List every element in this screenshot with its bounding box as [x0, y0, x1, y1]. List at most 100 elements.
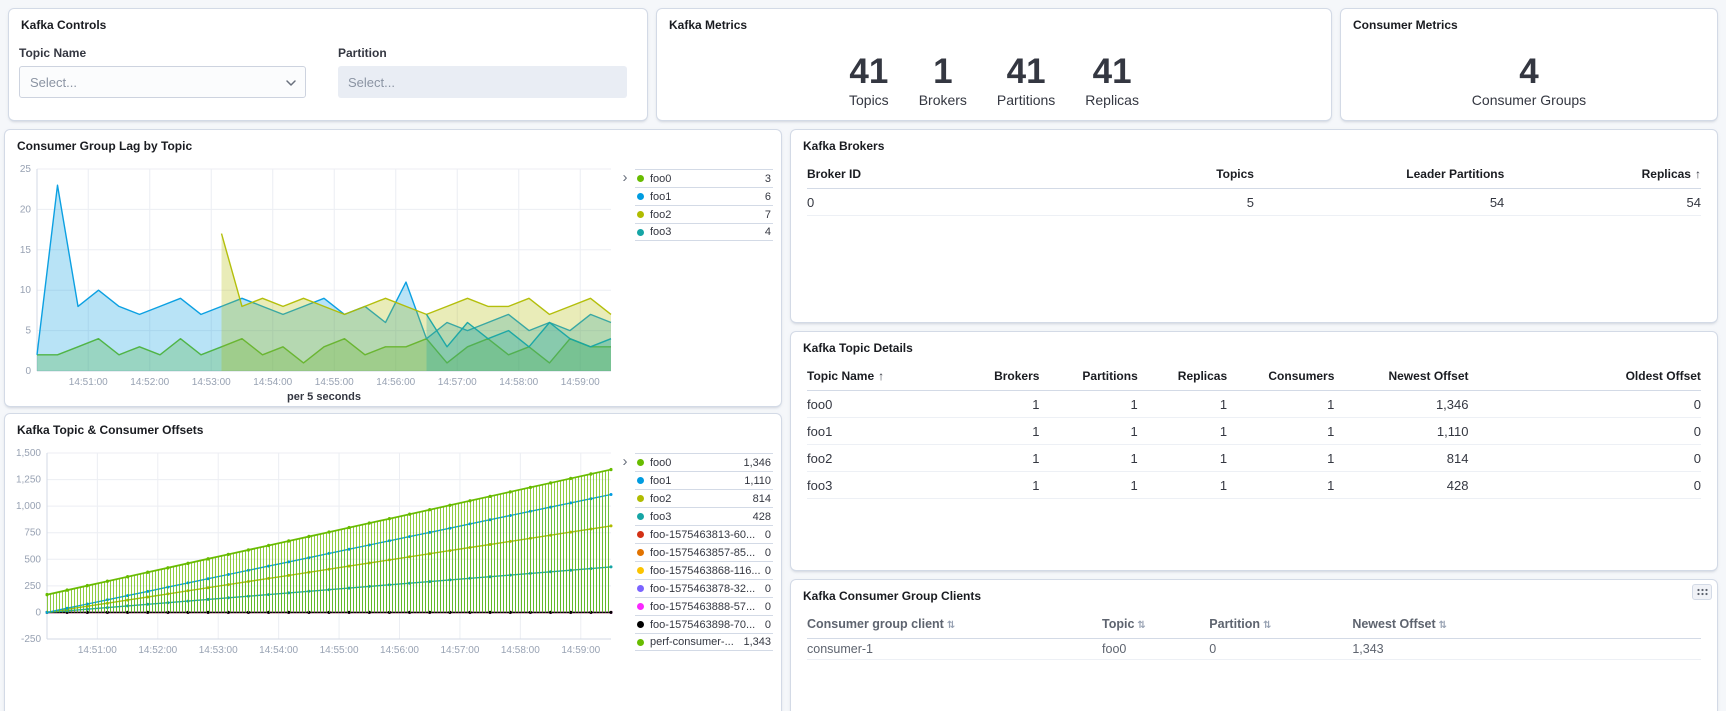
offsets-chart-area: -25002505007501,0001,2501,50014:51:0014:…	[5, 441, 781, 675]
legend-color-dot	[637, 513, 644, 520]
legend-collapse-icon[interactable]: ›	[615, 453, 635, 675]
legend-label: perf-consumer-...	[650, 636, 739, 648]
column-header[interactable]: Newest Offset⇅	[1352, 617, 1701, 631]
legend-item[interactable]: foo16	[635, 187, 773, 205]
table-cell: consumer-1	[807, 642, 1102, 656]
svg-text:0: 0	[35, 607, 41, 618]
topic-name-input[interactable]	[19, 66, 306, 98]
svg-text:14:58:00: 14:58:00	[499, 377, 538, 388]
metric-label: Partitions	[997, 92, 1055, 108]
table-header-row: Consumer group client⇅Topic⇅Partition⇅Ne…	[807, 609, 1701, 639]
legend-item[interactable]: foo34	[635, 223, 773, 241]
metric-label: Brokers	[919, 92, 967, 108]
legend-item[interactable]: foo-1575463868-116...0	[635, 561, 773, 579]
legend-color-dot	[637, 531, 644, 538]
svg-text:14:56:00: 14:56:00	[376, 377, 415, 388]
partition-combobox[interactable]	[338, 66, 627, 98]
legend-item[interactable]: foo-1575463857-85...0	[635, 543, 773, 561]
legend-item[interactable]: foo-1575463878-32...0	[635, 579, 773, 597]
table-cell: 1	[950, 424, 1039, 439]
legend-label: foo2	[650, 493, 749, 505]
svg-text:14:51:00: 14:51:00	[78, 645, 117, 656]
legend-item[interactable]: foo11,110	[635, 471, 773, 489]
column-header[interactable]: Broker ID	[807, 167, 1075, 181]
table-cell: 1	[1227, 397, 1334, 412]
table-cell: 0	[807, 195, 1075, 210]
panel-options-icon[interactable]	[1692, 584, 1712, 600]
legend-item[interactable]: foo03	[635, 169, 773, 187]
legend-item[interactable]: foo01,346	[635, 453, 773, 471]
column-header[interactable]: Replicas	[1138, 369, 1227, 383]
partition-input[interactable]	[338, 66, 627, 98]
topic-name-combobox[interactable]	[19, 66, 306, 98]
svg-text:14:53:00: 14:53:00	[192, 377, 231, 388]
legend-color-dot	[637, 639, 644, 646]
svg-text:1,000: 1,000	[16, 501, 41, 512]
table-cell: 814	[1334, 451, 1468, 466]
metric: 4Consumer Groups	[1472, 54, 1586, 108]
column-header[interactable]: Oldest Offset	[1469, 369, 1701, 383]
table-cell: 0	[1469, 478, 1701, 493]
table-cell: 0	[1209, 642, 1352, 656]
svg-text:14:57:00: 14:57:00	[438, 377, 477, 388]
panel-title: Kafka Brokers	[791, 130, 1717, 157]
column-header[interactable]: Consumers	[1227, 369, 1334, 383]
column-header[interactable]: Replicas↑	[1504, 167, 1701, 181]
metric-value: 1	[919, 54, 967, 91]
lag-chart-area: 051015202514:51:0014:52:0014:53:0014:54:…	[5, 157, 781, 409]
partition-field-group: Partition	[338, 46, 627, 98]
table-row: foo111111,1100	[807, 418, 1701, 445]
legend-item[interactable]: foo-1575463813-60...0	[635, 525, 773, 543]
column-header-label: Consumers	[1268, 369, 1334, 383]
legend-item[interactable]: foo3428	[635, 507, 773, 525]
table-cell: 1	[1039, 397, 1137, 412]
column-header[interactable]: Newest Offset	[1334, 369, 1468, 383]
table-cell: 1	[950, 451, 1039, 466]
column-header-label: Consumer group client	[807, 617, 944, 631]
table-cell: foo3	[807, 478, 950, 493]
column-header[interactable]: Topic⇅	[1102, 617, 1209, 631]
column-header-label: Brokers	[994, 369, 1039, 383]
legend-label: foo0	[650, 173, 761, 185]
column-header-label: Newest Offset	[1352, 617, 1435, 631]
legend-item[interactable]: perf-consumer-...1,343	[635, 633, 773, 651]
sortable-icon: ⇅	[1263, 620, 1271, 631]
svg-text:15: 15	[20, 245, 32, 256]
column-header[interactable]: Partition⇅	[1209, 617, 1352, 631]
controls-body: Topic Name Partition	[9, 36, 647, 98]
metric: 1Brokers	[919, 54, 967, 108]
legend-collapse-icon[interactable]: ›	[615, 169, 635, 409]
column-header[interactable]: Topic Name↑	[807, 369, 950, 383]
svg-text:14:52:00: 14:52:00	[130, 377, 169, 388]
column-header[interactable]: Brokers	[950, 369, 1039, 383]
legend-color-dot	[637, 211, 644, 218]
metric-label: Replicas	[1085, 92, 1139, 108]
svg-text:250: 250	[24, 581, 41, 592]
column-header[interactable]: Partitions	[1039, 369, 1137, 383]
svg-text:10: 10	[20, 285, 32, 296]
legend-value: 7	[765, 209, 771, 221]
sort-arrow-icon: ↑	[1695, 167, 1701, 181]
topic-name-label: Topic Name	[19, 46, 306, 60]
legend-value: 0	[765, 601, 771, 613]
table-cell: 0	[1469, 424, 1701, 439]
legend-item[interactable]: foo-1575463888-57...0	[635, 597, 773, 615]
legend-color-dot	[637, 193, 644, 200]
consumer-group-clients-table: Consumer group client⇅Topic⇅Partition⇅Ne…	[791, 607, 1717, 660]
column-header[interactable]: Leader Partitions	[1254, 167, 1504, 181]
column-header-label: Partition	[1209, 617, 1260, 631]
legend-item[interactable]: foo2814	[635, 489, 773, 507]
table-cell: 428	[1334, 478, 1468, 493]
legend-color-dot	[637, 585, 644, 592]
table-cell: 1	[1227, 451, 1334, 466]
column-header-label: Oldest Offset	[1626, 369, 1701, 383]
table-row: foo011111,3460	[807, 391, 1701, 418]
legend-item[interactable]: foo-1575463898-70...0	[635, 615, 773, 633]
column-header[interactable]: Topics	[1075, 167, 1254, 181]
column-header[interactable]: Consumer group client⇅	[807, 617, 1102, 631]
chevron-down-icon[interactable]	[285, 76, 297, 94]
kafka-dashboard: Kafka Controls Topic Name Partition Kaf	[0, 0, 1726, 711]
legend-item[interactable]: foo27	[635, 205, 773, 223]
svg-text:14:55:00: 14:55:00	[320, 645, 359, 656]
legend-value: 0	[765, 565, 771, 577]
